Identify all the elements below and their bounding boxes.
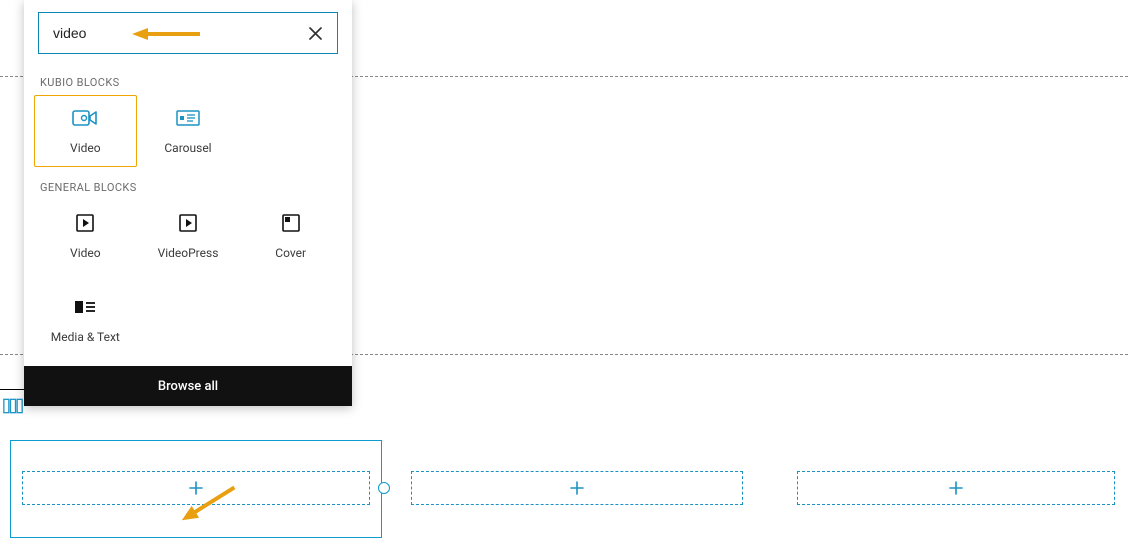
block-inserter-panel: KUBIO BLOCKS Video <box>24 0 352 406</box>
block-video-general[interactable]: Video <box>34 200 137 272</box>
block-label: Cover <box>275 246 306 260</box>
block-carousel-kubio[interactable]: Carousel <box>137 95 240 167</box>
block-label: Video <box>70 246 101 260</box>
kubio-blocks-heading: KUBIO BLOCKS <box>24 62 352 95</box>
columns-icon <box>3 398 23 414</box>
play-square-icon <box>71 212 99 234</box>
columns-toolbar-fragment <box>0 389 26 421</box>
block-label: Media & Text <box>51 330 120 344</box>
add-block-slot-2[interactable] <box>411 471 743 505</box>
block-label: Video <box>70 141 101 155</box>
block-label: Carousel <box>164 141 211 155</box>
close-icon <box>309 27 322 40</box>
video-camera-icon <box>71 107 99 129</box>
block-label: VideoPress <box>158 246 219 260</box>
plus-icon <box>188 480 204 496</box>
block-video-kubio[interactable]: Video <box>34 95 137 167</box>
block-cover[interactable]: Cover <box>239 200 342 272</box>
search-row <box>24 0 352 62</box>
plus-icon <box>948 480 964 496</box>
media-text-icon <box>71 296 99 318</box>
column-resize-handle[interactable] <box>378 482 390 494</box>
add-block-slot-3[interactable] <box>797 471 1115 505</box>
block-videopress[interactable]: VideoPress <box>137 200 240 272</box>
annotation-arrow-search <box>132 26 202 45</box>
block-media-text[interactable]: Media & Text <box>34 284 137 356</box>
clear-search-button[interactable] <box>304 22 326 44</box>
plus-icon <box>569 480 585 496</box>
general-blocks-heading: GENERAL BLOCKS <box>24 167 352 200</box>
cover-icon <box>277 212 305 234</box>
carousel-icon <box>174 107 202 129</box>
general-blocks-grid: Video VideoPress Cover <box>24 200 352 356</box>
play-square-icon <box>174 212 202 234</box>
kubio-blocks-grid: Video Carousel <box>24 95 352 167</box>
browse-all-button[interactable]: Browse all <box>24 366 352 406</box>
